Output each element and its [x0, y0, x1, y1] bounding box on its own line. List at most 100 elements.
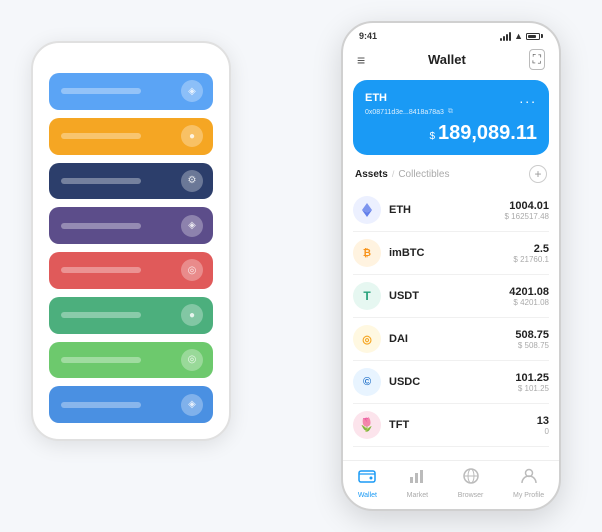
copy-icon[interactable]: ⧉ — [448, 108, 453, 116]
card-icon: ◈ — [181, 80, 203, 102]
market-nav-icon — [408, 467, 426, 490]
bottom-nav: Wallet Market Browser My Profile — [343, 460, 559, 509]
card-icon: ◎ — [181, 349, 203, 371]
card-icon: ● — [181, 125, 203, 147]
card-label — [61, 133, 141, 139]
asset-name: ETH — [389, 204, 505, 216]
assets-tabs: Assets / Collectibles — [355, 169, 449, 180]
status-icons: ▲ — [500, 31, 543, 41]
scene: ◈ ● ⚙ ◈ ◎ ● ◎ ◈ — [11, 11, 591, 521]
asset-amount: 508.75 — [515, 329, 549, 341]
asset-name: imBTC — [389, 247, 513, 259]
asset-usd: $ 162517.48 — [505, 212, 550, 221]
eth-card-address: 0x08711d3e...8418a78a3 ⧉ — [365, 108, 537, 116]
asset-name: USDC — [389, 376, 515, 388]
asset-values: 1004.01 $ 162517.48 — [505, 200, 550, 221]
list-item[interactable]: 🌷 TFT 13 0 — [353, 404, 549, 447]
usdt-icon: T — [353, 282, 381, 310]
status-bar: 9:41 ▲ — [343, 23, 559, 45]
nav-wallet[interactable]: Wallet — [358, 467, 377, 499]
asset-values: 101.25 $ 101.25 — [515, 372, 549, 393]
asset-list: ETH 1004.01 $ 162517.48 ₿ imBTC 2.5 $ 21… — [343, 189, 559, 460]
asset-values: 13 0 — [537, 415, 549, 436]
profile-nav-icon — [520, 467, 538, 490]
card-icon: ◈ — [181, 215, 203, 237]
list-item[interactable]: ● — [49, 297, 213, 334]
phone-back: ◈ ● ⚙ ◈ ◎ ● ◎ ◈ — [31, 41, 231, 441]
scan-icon[interactable]: ⛶ — [529, 49, 545, 70]
asset-usd: $ 4201.08 — [509, 298, 549, 307]
asset-usd: $ 101.25 — [515, 384, 549, 393]
list-item[interactable]: © USDC 101.25 $ 101.25 — [353, 361, 549, 404]
card-label — [61, 178, 141, 184]
asset-values: 4201.08 $ 4201.08 — [509, 286, 549, 307]
asset-name: USDT — [389, 290, 509, 302]
dai-icon: ◎ — [353, 325, 381, 353]
browser-nav-icon — [462, 467, 480, 490]
asset-usd: 0 — [537, 427, 549, 436]
asset-amount: 4201.08 — [509, 286, 549, 298]
market-nav-label: Market — [407, 492, 428, 499]
page-title: Wallet — [428, 52, 466, 67]
card-icon: ⚙ — [181, 170, 203, 192]
asset-values: 508.75 $ 508.75 — [515, 329, 549, 350]
eth-card-amount: $189,089.11 — [365, 122, 537, 145]
add-asset-button[interactable]: + — [529, 165, 547, 183]
asset-usd: $ 508.75 — [515, 341, 549, 350]
card-label — [61, 357, 141, 363]
card-label — [61, 402, 141, 408]
eth-card-header: ETH ... — [365, 90, 537, 106]
wifi-icon: ▲ — [514, 31, 523, 41]
asset-values: 2.5 $ 21760.1 — [513, 243, 549, 264]
list-item[interactable]: ◎ — [49, 252, 213, 289]
profile-nav-label: My Profile — [513, 492, 544, 499]
phone-front: 9:41 ▲ ≡ Wallet ⛶ — [341, 21, 561, 511]
list-item[interactable]: ● — [49, 118, 213, 155]
asset-name: DAI — [389, 333, 515, 345]
list-item[interactable]: ◎ DAI 508.75 $ 508.75 — [353, 318, 549, 361]
eth-icon — [353, 196, 381, 224]
asset-name: TFT — [389, 419, 537, 431]
menu-icon[interactable]: ≡ — [357, 52, 365, 68]
eth-card[interactable]: ETH ... 0x08711d3e...8418a78a3 ⧉ $189,08… — [353, 80, 549, 155]
asset-amount: 101.25 — [515, 372, 549, 384]
list-item[interactable]: ◈ — [49, 386, 213, 423]
browser-nav-label: Browser — [458, 492, 484, 499]
card-icon: ● — [181, 304, 203, 326]
signal-icon — [500, 32, 511, 41]
asset-amount: 1004.01 — [505, 200, 550, 212]
tab-assets[interactable]: Assets — [355, 169, 388, 180]
eth-card-menu[interactable]: ... — [519, 90, 537, 106]
list-item[interactable]: ₿ imBTC 2.5 $ 21760.1 — [353, 232, 549, 275]
eth-card-name: ETH — [365, 92, 387, 104]
card-icon: ◈ — [181, 394, 203, 416]
card-label — [61, 88, 141, 94]
list-item[interactable]: T USDT 4201.08 $ 4201.08 — [353, 275, 549, 318]
usdc-icon: © — [353, 368, 381, 396]
tab-divider: / — [392, 169, 395, 179]
battery-icon — [526, 33, 543, 40]
list-item[interactable]: ⚙ — [49, 163, 213, 200]
tft-icon: 🌷 — [353, 411, 381, 439]
list-item[interactable]: ◎ — [49, 342, 213, 379]
nav-market[interactable]: Market — [407, 467, 428, 499]
wallet-nav-icon — [358, 467, 376, 490]
list-item[interactable]: ◈ — [49, 207, 213, 244]
assets-header: Assets / Collectibles + — [343, 163, 559, 189]
list-item[interactable]: ETH 1004.01 $ 162517.48 — [353, 189, 549, 232]
card-label — [61, 223, 141, 229]
asset-amount: 2.5 — [513, 243, 549, 255]
wallet-nav-label: Wallet — [358, 492, 377, 499]
imbtc-icon: ₿ — [353, 239, 381, 267]
time-label: 9:41 — [359, 31, 377, 41]
nav-profile[interactable]: My Profile — [513, 467, 544, 499]
tab-collectibles[interactable]: Collectibles — [398, 169, 449, 180]
phone-header: ≡ Wallet ⛶ — [343, 45, 559, 76]
card-icon: ◎ — [181, 259, 203, 281]
asset-usd: $ 21760.1 — [513, 255, 549, 264]
nav-browser[interactable]: Browser — [458, 467, 484, 499]
card-label — [61, 267, 141, 273]
list-item[interactable]: ◈ — [49, 73, 213, 110]
card-label — [61, 312, 141, 318]
asset-amount: 13 — [537, 415, 549, 427]
